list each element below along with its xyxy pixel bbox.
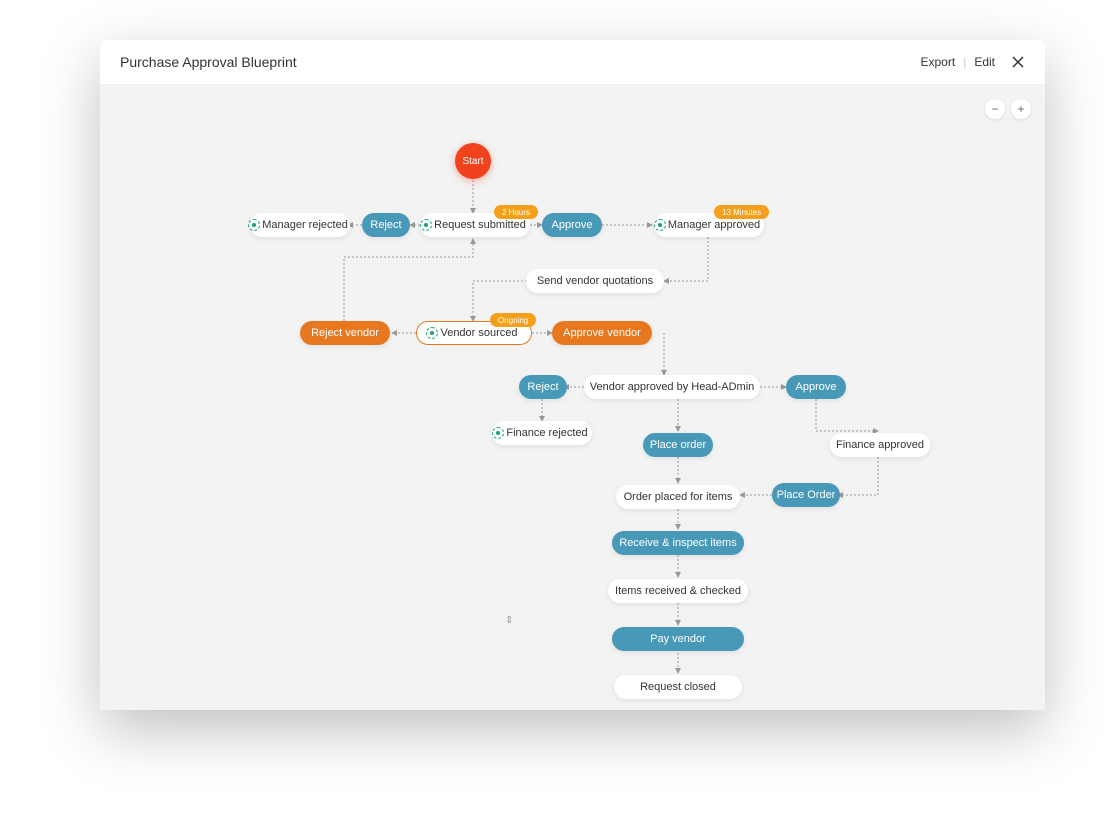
label: Finance approved [836, 439, 924, 451]
export-link[interactable]: Export [921, 55, 956, 69]
node-approve-2[interactable]: Approve [786, 375, 846, 399]
label: Reject vendor [311, 327, 379, 339]
state-dot-icon [424, 220, 428, 230]
label: Manager rejected [262, 219, 348, 231]
edges [100, 85, 1045, 710]
node-order-placed[interactable]: Order placed for items [616, 485, 740, 509]
node-place-order[interactable]: Place order [643, 433, 713, 457]
node-send-vendor[interactable]: Send vendor quotations [526, 269, 664, 293]
label: Items received & checked [615, 585, 741, 597]
window-header: Purchase Approval Blueprint Export | Edi… [100, 40, 1045, 85]
label: Approve vendor [563, 327, 641, 339]
state-dot-icon [430, 328, 434, 338]
node-items-received[interactable]: Items received & checked [608, 579, 748, 603]
state-dot-icon [252, 220, 256, 230]
label: Reject [527, 381, 558, 393]
start-label: Start [462, 156, 483, 167]
label: Request closed [640, 681, 716, 693]
label: Manager approved [668, 219, 760, 231]
node-finance-approved[interactable]: Finance approved [830, 433, 930, 457]
node-receive-inspect[interactable]: Receive & inspect items [612, 531, 744, 555]
node-reject-1[interactable]: Reject [362, 213, 410, 237]
close-button[interactable] [1011, 55, 1025, 69]
node-request-closed[interactable]: Request closed [614, 675, 742, 699]
node-place-order-2[interactable]: Place Order [772, 483, 840, 507]
zoom-out-button[interactable]: − [985, 99, 1005, 119]
node-vendor-head[interactable]: Vendor approved by Head-ADmin [584, 375, 760, 399]
label: Request submitted [434, 219, 526, 231]
zoom-controls: − + [985, 99, 1031, 119]
edit-link[interactable]: Edit [974, 55, 995, 69]
header-actions: Export | Edit [921, 55, 1026, 69]
state-dot-icon [658, 220, 662, 230]
node-manager-rejected[interactable]: Manager rejected [250, 213, 350, 237]
blueprint-window: Purchase Approval Blueprint Export | Edi… [100, 40, 1045, 710]
label: Finance rejected [506, 427, 587, 439]
node-approve-1[interactable]: Approve [542, 213, 602, 237]
node-pay-vendor[interactable]: Pay vendor [612, 627, 744, 651]
state-dot-icon [496, 428, 500, 438]
label: Place Order [777, 489, 836, 501]
label: Reject [370, 219, 401, 231]
node-finance-rejected[interactable]: Finance rejected [492, 421, 592, 445]
close-icon [1012, 56, 1024, 68]
node-reject-vendor[interactable]: Reject vendor [300, 321, 390, 345]
label: Order placed for items [624, 491, 733, 503]
page-title: Purchase Approval Blueprint [120, 54, 297, 70]
label: Vendor approved by Head-ADmin [590, 381, 754, 393]
label: Receive & inspect items [619, 537, 736, 549]
node-reject-2[interactable]: Reject [519, 375, 567, 399]
zoom-in-button[interactable]: + [1011, 99, 1031, 119]
label: Approve [552, 219, 593, 231]
label: Send vendor quotations [537, 275, 653, 287]
badge-ongoing: Ongoing [490, 313, 536, 327]
badge-13min: 13 Minutes [714, 205, 769, 219]
drag-handle-icon[interactable]: ⇕ [505, 615, 513, 626]
label: Vendor sourced [440, 327, 517, 339]
node-approve-vendor[interactable]: Approve vendor [552, 321, 652, 345]
canvas[interactable]: − + [100, 85, 1045, 710]
label: Place order [650, 439, 706, 451]
label: Pay vendor [650, 633, 706, 645]
node-start[interactable]: Start [455, 143, 491, 179]
divider: | [963, 55, 966, 69]
label: Approve [796, 381, 837, 393]
badge-2hours: 2 Hours [494, 205, 538, 219]
